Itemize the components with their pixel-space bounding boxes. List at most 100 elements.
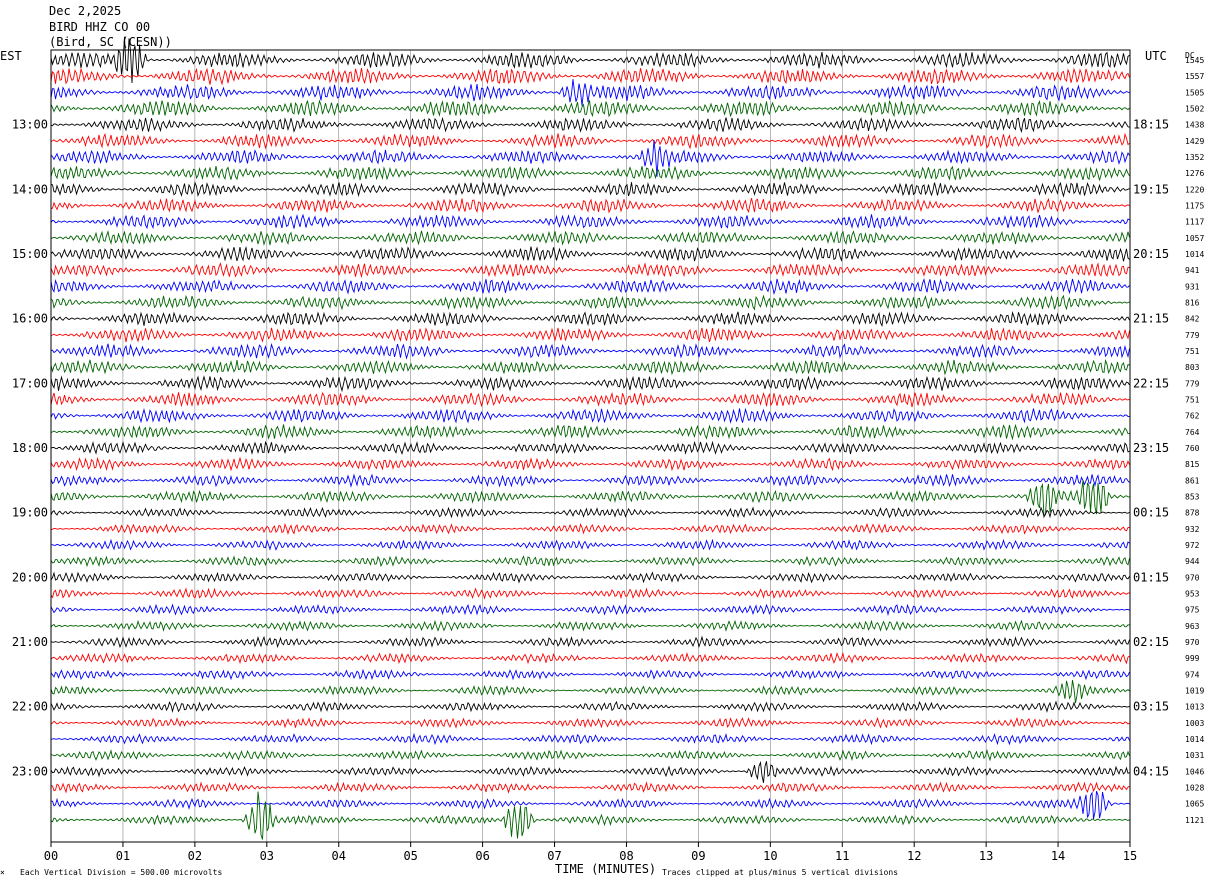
time-grid <box>122 50 1059 842</box>
trace-row <box>50 440 1130 455</box>
est-hour-label: 22:00 <box>12 700 48 714</box>
est-zone-label: EST <box>0 49 22 63</box>
trace-row <box>51 791 1130 819</box>
trace-row <box>50 294 1130 311</box>
dc-offset-label: 931 <box>1185 282 1200 291</box>
trace-row <box>50 571 1130 584</box>
est-hour-label: 18:00 <box>12 441 48 455</box>
trace-row <box>50 651 1130 665</box>
utc-hour-label: 01:15 <box>1133 570 1169 584</box>
dc-offset-label: 1057 <box>1185 234 1204 243</box>
est-hour-label: 16:00 <box>12 312 48 326</box>
trace-row <box>50 555 1130 568</box>
dc-offset-label: 1352 <box>1185 153 1204 162</box>
x-tick-label: 11 <box>835 849 849 863</box>
trace-row <box>50 165 1130 181</box>
est-hour-label: 21:00 <box>12 635 48 649</box>
x-tick-label: 06 <box>475 849 489 863</box>
x-tick-label: 00 <box>44 849 58 863</box>
dc-offset-label: 975 <box>1185 606 1200 615</box>
trace-row <box>50 716 1130 729</box>
trace-row <box>50 407 1130 424</box>
x-tick-label: 05 <box>403 849 417 863</box>
dc-offset-label: 1545 <box>1185 56 1204 65</box>
dc-offset-label: 1046 <box>1185 767 1204 776</box>
utc-zone-label: UTC <box>1145 49 1167 63</box>
trace-row <box>50 342 1130 360</box>
dc-offset-label: 932 <box>1185 525 1200 534</box>
dc-offset-label: 751 <box>1185 396 1200 405</box>
x-tick-label: 14 <box>1051 849 1065 863</box>
trace-row <box>50 522 1130 535</box>
dc-offset-label: 963 <box>1185 622 1200 631</box>
location-label: (Bird, SC (CESN)) <box>49 35 172 49</box>
dc-offset-label: 972 <box>1185 541 1200 550</box>
x-tick-label: 12 <box>907 849 921 863</box>
dc-offset-label: 815 <box>1185 460 1200 469</box>
x-axis-ticks: 00 01 02 03 04 05 06 07 08 09 10 11 12 13 14 15 <box>44 842 1137 863</box>
dc-offset-label: 1438 <box>1185 121 1204 130</box>
dc-offset-labels: 1545 1557 1505 1502 1438 1429 1352 1276 1220 1175… <box>1185 56 1204 825</box>
x-tick-label: 04 <box>332 849 346 863</box>
utc-hour-label: 18:15 <box>1133 118 1169 132</box>
dc-offset-label: 970 <box>1185 573 1200 582</box>
utc-hour-label: 04:15 <box>1133 764 1169 778</box>
trace-row <box>50 748 1130 762</box>
dc-offset-label: 1014 <box>1185 735 1204 744</box>
utc-hour-label: 19:15 <box>1133 182 1169 196</box>
dc-offset-label: 1276 <box>1185 169 1204 178</box>
corner-mark: × <box>0 868 5 877</box>
trace-row <box>50 230 1130 247</box>
trace-row <box>50 79 1130 106</box>
trace-row <box>50 506 1130 519</box>
trace-row <box>50 391 1130 408</box>
trace-row <box>50 99 1130 118</box>
dc-offset-label: 1003 <box>1185 719 1204 728</box>
dc-offset-label: 1557 <box>1185 72 1204 81</box>
est-hour-label: 19:00 <box>12 506 48 520</box>
scale-note: Each Vertical Division = 500.00 microvol… <box>20 868 222 877</box>
trace-row <box>50 473 1130 488</box>
dc-offset-label: 842 <box>1185 315 1200 324</box>
dc-offset-label: 861 <box>1185 476 1200 485</box>
x-tick-label: 13 <box>979 849 993 863</box>
trace-row <box>50 278 1130 296</box>
date-label: Dec 2,2025 <box>49 4 121 18</box>
x-tick-label: 01 <box>116 849 130 863</box>
x-tick-label: 10 <box>763 849 777 863</box>
utc-hour-label: 02:15 <box>1133 635 1169 649</box>
dc-offset-label: 1502 <box>1185 105 1204 114</box>
dc-offset-label: 779 <box>1185 331 1200 340</box>
est-hour-label: 23:00 <box>12 764 48 778</box>
dc-offset-label: 1505 <box>1185 88 1204 97</box>
dc-offset-label: 1220 <box>1185 185 1204 194</box>
x-axis-title: TIME (MINUTES) <box>555 862 656 876</box>
dc-offset-label: 1028 <box>1185 784 1204 793</box>
dc-offset-label: 853 <box>1185 493 1200 502</box>
dc-offset-label: 1429 <box>1185 137 1204 146</box>
dc-offset-label: 1014 <box>1185 250 1204 259</box>
trace-row <box>50 732 1130 746</box>
trace-row <box>50 668 1130 681</box>
x-tick-label: 07 <box>547 849 561 863</box>
dc-offset-label: 1013 <box>1185 703 1204 712</box>
dc-offset-label: 762 <box>1185 412 1200 421</box>
dc-offset-label: 1019 <box>1185 687 1204 696</box>
dc-offset-label: 764 <box>1185 428 1200 437</box>
trace-row <box>50 423 1130 441</box>
trace-row <box>50 181 1130 198</box>
trace-row <box>50 132 1130 150</box>
dc-offset-label: 1121 <box>1185 816 1204 825</box>
station-label: BIRD HHZ CO 00 <box>49 20 150 34</box>
dc-offset-label: 974 <box>1185 670 1200 679</box>
trace-row <box>50 116 1130 134</box>
trace-row <box>50 375 1130 393</box>
trace-row <box>50 262 1130 279</box>
dc-offset-label: 1031 <box>1185 751 1204 760</box>
dc-offset-label: 1065 <box>1185 800 1204 809</box>
trace-row <box>50 791 1130 840</box>
clip-note: Traces clipped at plus/minus 5 vertical … <box>662 868 898 877</box>
dc-offset-label: 999 <box>1185 654 1200 663</box>
utc-hour-labels: 18:15 19:15 20:15 21:15 22:15 23:15 00:15 01:15… <box>1133 118 1169 779</box>
utc-hour-label: 00:15 <box>1133 506 1169 520</box>
